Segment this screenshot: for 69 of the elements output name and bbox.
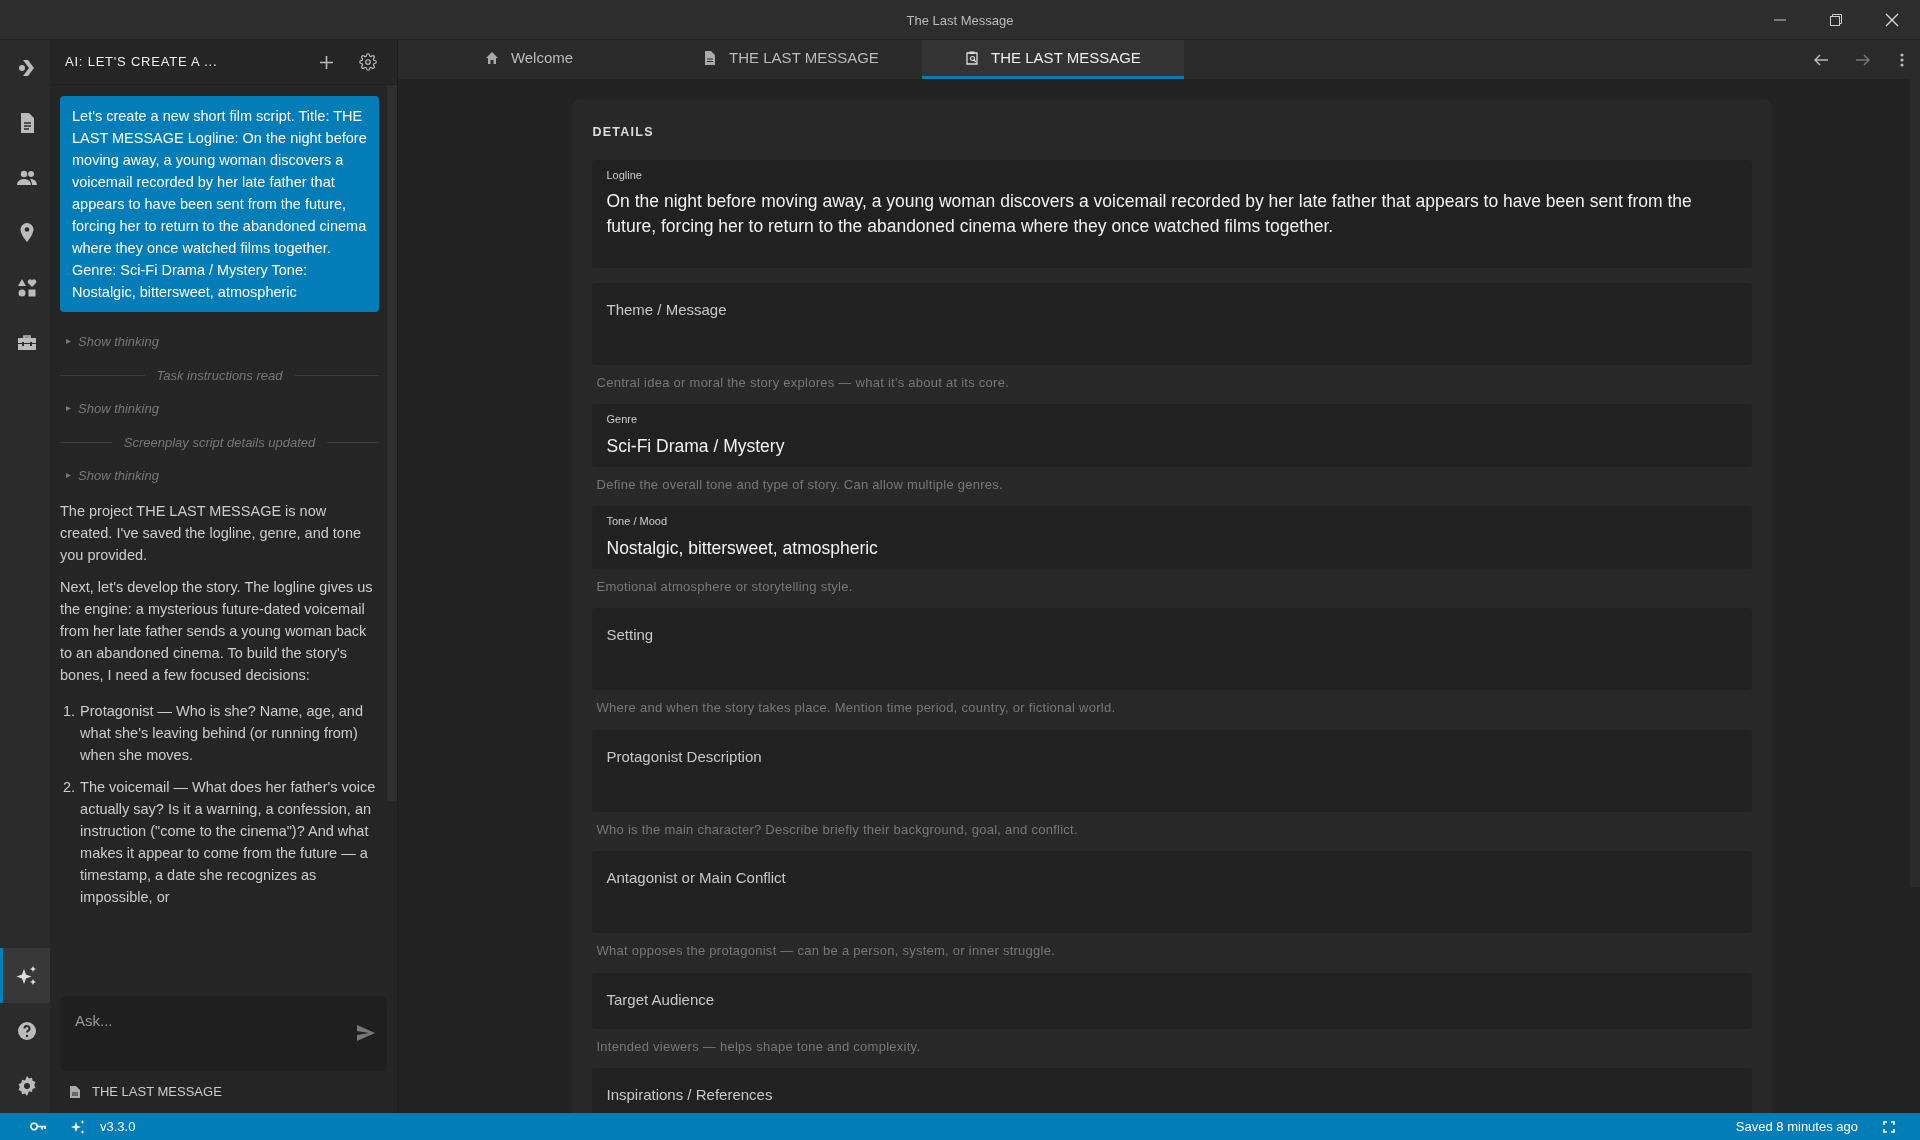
save-status: Saved 8 minutes ago (1735, 1117, 1858, 1136)
assistant-message: Next, let's develop the story. The logline gives us the engine: a mysterious future-dated voicemail from her late father sends a young woman back to an abandoned cinema. To build the story's bones, I need a few focused decisions: (60, 577, 374, 685)
minimize-icon (1774, 19, 1786, 21)
restore-icon (1830, 14, 1842, 26)
list-item-text: The voicemail — What does her father's voice actually say? Is it a warning, a confession, an instruction ("come to the cinema")? And what makes it appear to come from the future — a timestamp, a date she recognizes as impossible, or (80, 777, 377, 907)
field-label: Genre (606, 412, 639, 428)
field-hint: Who is the main character? Describe briefly their background, goal, and conflict. (595, 820, 1079, 839)
window-title: The Last Message (906, 12, 1014, 28)
caret-right-icon (66, 339, 71, 345)
more-vertical-icon (1900, 52, 1904, 67)
user-message: Let's create a new short film script. Title: THE LAST MESSAGE Logline: On the night before moving away, a young woman discovers a voicemail recorded by her late father that appears to have been sent from the future, forcing her to return to the abandoned cinema where they once watched films together. Genre: Sci-Fi Drama / Mystery Tone: Nostalgic, bittersweet, atmospheric (60, 96, 379, 312)
send-icon[interactable] (357, 1025, 375, 1041)
clipboard-search-icon (965, 51, 980, 65)
field-placeholder: Target Audience (606, 989, 716, 1010)
text-field[interactable]: Antagonist or Main Conflict (591, 851, 1752, 934)
field-placeholder: Protagonist Description (606, 746, 763, 767)
caret-right-icon (66, 406, 71, 412)
caret-right-icon (66, 473, 71, 479)
assistant-message: The project THE LAST MESSAGE is now created. I've saved the logline, genre, and tone you provided. (60, 501, 363, 565)
text-field[interactable]: Target Audience (591, 972, 1752, 1029)
version-label: v3.3.0 (100, 1117, 136, 1136)
chat-title: AI: LET'S CREATE A ... (65, 53, 219, 72)
fullscreen-icon[interactable] (1883, 1120, 1895, 1133)
ask-input-field[interactable]: Ask... (60, 996, 387, 1071)
context-document-label[interactable]: THE LAST MESSAGE (92, 1082, 222, 1102)
field-value: Sci-Fi Drama / Mystery (606, 434, 786, 458)
field-placeholder: Antagonist or Main Conflict (606, 868, 787, 889)
field-placeholder: Inspirations / References (606, 1085, 774, 1106)
sparkle-icon[interactable] (70, 1118, 86, 1135)
show-thinking-toggle[interactable]: Show thinking (60, 466, 159, 486)
field-placeholder: Setting (606, 625, 655, 646)
field-value: Nostalgic, bittersweet, atmospheric (606, 536, 879, 560)
field-value: On the night before moving away, a young woman discovers a voicemail recorded by her late father that appears to have been sent from the future, forcing her to return to the abandoned cinema where they once watched films together. (606, 190, 1693, 239)
status-divider-label: Screenplay script details updated (123, 433, 316, 452)
list-item-text: Protagonist — Who is she? Name, age, and what she's leaving behind (or running from) when she moves. (80, 701, 364, 765)
text-field[interactable]: Tone / Mood Nostalgic, bittersweet, atmospheric (591, 506, 1752, 569)
show-thinking-toggle[interactable]: Show thinking (60, 332, 159, 352)
text-field[interactable]: Protagonist Description (591, 729, 1752, 812)
key-icon[interactable] (30, 1122, 46, 1131)
text-field[interactable]: Setting (591, 608, 1752, 691)
field-hint: Central idea or moral the story explores — what it's about at its core. (595, 373, 1011, 392)
list-number: 1. (63, 701, 76, 721)
field-hint: Where and when the story takes place. Mention time period, country, or fictional world. (595, 699, 1117, 718)
home-icon (484, 51, 499, 65)
field-placeholder: Theme / Message (606, 299, 728, 320)
document-icon (703, 51, 718, 65)
document-icon (70, 1086, 80, 1098)
editor-tab[interactable]: THE LAST MESSAGE (922, 40, 1184, 79)
text-field[interactable]: Inspirations / References (591, 1068, 1752, 1113)
arrow-right-icon (1856, 53, 1870, 66)
text-field[interactable]: Theme / Message (591, 282, 1752, 365)
settings-icon (359, 53, 377, 71)
arrow-left-icon (1814, 53, 1828, 66)
field-label: Logline (606, 167, 643, 183)
activity-bar-button[interactable] (0, 948, 50, 1003)
section-heading: DETAILS (592, 124, 654, 141)
field-label: Tone / Mood (606, 514, 669, 530)
editor-tab[interactable]: Welcome (398, 40, 660, 79)
close-icon (1885, 13, 1899, 27)
field-hint: Intended viewers — helps shape tone and complexity. (595, 1037, 922, 1056)
plus-icon (319, 55, 333, 69)
text-field[interactable]: Genre Sci-Fi Drama / Mystery (591, 404, 1752, 467)
list-number: 2. (63, 777, 76, 797)
editor-tab[interactable]: THE LAST MESSAGE (660, 40, 922, 79)
field-hint: What opposes the protagonist — can be a person, system, or inner struggle. (595, 942, 1057, 961)
field-hint: Define the overall tone and type of story. Can allow multiple genres. (595, 475, 1004, 494)
show-thinking-toggle[interactable]: Show thinking (60, 399, 159, 419)
status-divider-label: Task instructions read (156, 366, 283, 385)
field-hint: Emotional atmosphere or storytelling style. (595, 577, 854, 596)
